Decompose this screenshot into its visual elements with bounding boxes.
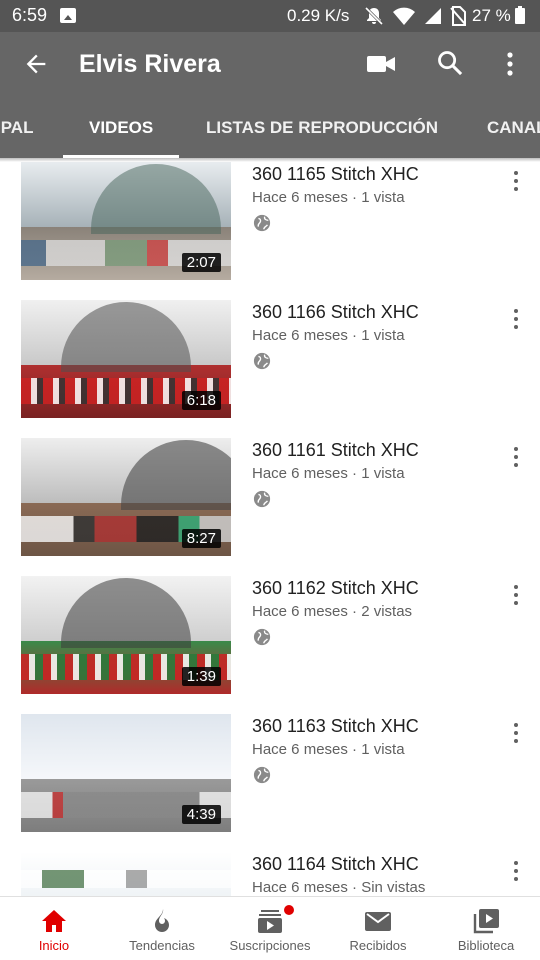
nav-item-subscriptions[interactable]: Suscripciones: [216, 897, 324, 960]
video-item[interactable]: 4:39 360 1163 Stitch XHC Hace 6 meses · …: [0, 710, 540, 848]
video-thumbnail[interactable]: 8:27: [21, 438, 231, 556]
video-meta: Hace 6 meses · Sin vistas: [252, 879, 426, 896]
video-meta: Hace 6 meses · 1 vista: [252, 465, 405, 482]
signal-icon: [425, 8, 441, 24]
tabs-shadow: [0, 158, 540, 162]
image-icon: [60, 8, 76, 23]
nav-label: Inicio: [38, 938, 70, 953]
tab-videos[interactable]: VIDEOS: [89, 118, 153, 138]
status-bar: 6:59 0.29 K/s 27 %: [0, 0, 540, 32]
library-icon: [473, 909, 499, 934]
channel-tabs: IPAL VIDEOS LISTAS DE REPRODUCCIÓN CANAL: [0, 96, 540, 158]
globe-icon: [253, 352, 271, 370]
notification-badge: [284, 905, 294, 915]
tab-playlists[interactable]: LISTAS DE REPRODUCCIÓN: [206, 118, 438, 138]
video-thumbnail[interactable]: 2:07: [21, 162, 231, 280]
tab-principal[interactable]: IPAL: [0, 118, 33, 138]
status-time: 6:59: [12, 5, 48, 25]
video-meta: Hace 6 meses · 1 vista: [252, 741, 405, 758]
home-icon: [42, 910, 66, 932]
video-title[interactable]: 360 1161 Stitch XHC: [252, 440, 419, 461]
tab-channels[interactable]: CANAL: [487, 118, 540, 138]
video-thumbnail[interactable]: 4:39: [21, 714, 231, 832]
channel-title: Elvis Rivera: [79, 50, 221, 78]
video-item[interactable]: 1:39 360 1162 Stitch XHC Hace 6 meses · …: [0, 572, 540, 710]
video-duration: 2:07: [181, 253, 221, 272]
mute-icon: [364, 6, 384, 26]
wifi-icon: [393, 7, 415, 25]
globe-icon: [253, 766, 271, 784]
nav-label: Recibidos: [349, 938, 407, 953]
more-vert-icon[interactable]: [510, 170, 522, 192]
bottom-nav: Inicio Tendencias Suscripciones Recibido…: [0, 896, 540, 960]
more-vert-icon[interactable]: [498, 50, 522, 78]
more-vert-icon[interactable]: [510, 584, 522, 606]
video-duration: 1:39: [181, 667, 221, 686]
back-arrow-icon[interactable]: [22, 50, 50, 78]
mail-icon: [365, 912, 391, 931]
status-icons: [364, 5, 466, 27]
video-thumbnail[interactable]: 6:18: [21, 300, 231, 418]
battery-icon: [515, 6, 525, 24]
nav-label: Biblioteca: [457, 938, 515, 953]
video-meta: Hace 6 meses · 2 vistas: [252, 603, 413, 620]
video-meta: Hace 6 meses · 1 vista: [252, 327, 405, 344]
video-title[interactable]: 360 1164 Stitch XHC: [252, 854, 419, 875]
nav-item-trending[interactable]: Tendencias: [108, 897, 216, 960]
video-item[interactable]: 2:07 360 1165 Stitch XHC Hace 6 meses · …: [0, 158, 540, 296]
search-icon[interactable]: [436, 49, 464, 77]
globe-icon: [253, 490, 271, 508]
video-title[interactable]: 360 1166 Stitch XHC: [252, 302, 419, 323]
nav-item-home[interactable]: Inicio: [0, 897, 108, 960]
video-item[interactable]: 360 1164 Stitch XHC Hace 6 meses · Sin v…: [0, 848, 540, 896]
globe-icon: [253, 628, 271, 646]
video-duration: 8:27: [181, 529, 221, 548]
video-camera-icon[interactable]: [366, 52, 396, 76]
no-sim-icon: [450, 6, 466, 26]
more-vert-icon[interactable]: [510, 860, 522, 882]
video-title[interactable]: 360 1163 Stitch XHC: [252, 716, 419, 737]
video-title[interactable]: 360 1165 Stitch XHC: [252, 164, 419, 185]
nav-label: Suscripciones: [229, 938, 311, 953]
more-vert-icon[interactable]: [510, 446, 522, 468]
video-list: 2:07 360 1165 Stitch XHC Hace 6 meses · …: [0, 158, 540, 896]
nav-label: Tendencias: [129, 938, 195, 953]
video-thumbnail[interactable]: 1:39: [21, 576, 231, 694]
more-vert-icon[interactable]: [510, 722, 522, 744]
subscriptions-icon: [258, 910, 282, 933]
more-vert-icon[interactable]: [510, 308, 522, 330]
video-duration: 4:39: [181, 805, 221, 824]
nav-item-library[interactable]: Biblioteca: [432, 897, 540, 960]
video-duration: 6:18: [181, 391, 221, 410]
globe-icon: [253, 214, 271, 232]
network-speed: 0.29 K/s: [287, 6, 350, 25]
nav-item-inbox[interactable]: Recibidos: [324, 897, 432, 960]
battery-percent: 27 %: [472, 6, 511, 25]
video-thumbnail[interactable]: [21, 852, 231, 896]
flame-icon: [155, 909, 169, 932]
video-item[interactable]: 8:27 360 1161 Stitch XHC Hace 6 meses · …: [0, 434, 540, 572]
video-item[interactable]: 6:18 360 1166 Stitch XHC Hace 6 meses · …: [0, 296, 540, 434]
video-meta: Hace 6 meses · 1 vista: [252, 189, 405, 206]
video-title[interactable]: 360 1162 Stitch XHC: [252, 578, 419, 599]
app-bar: Elvis Rivera: [0, 32, 540, 96]
